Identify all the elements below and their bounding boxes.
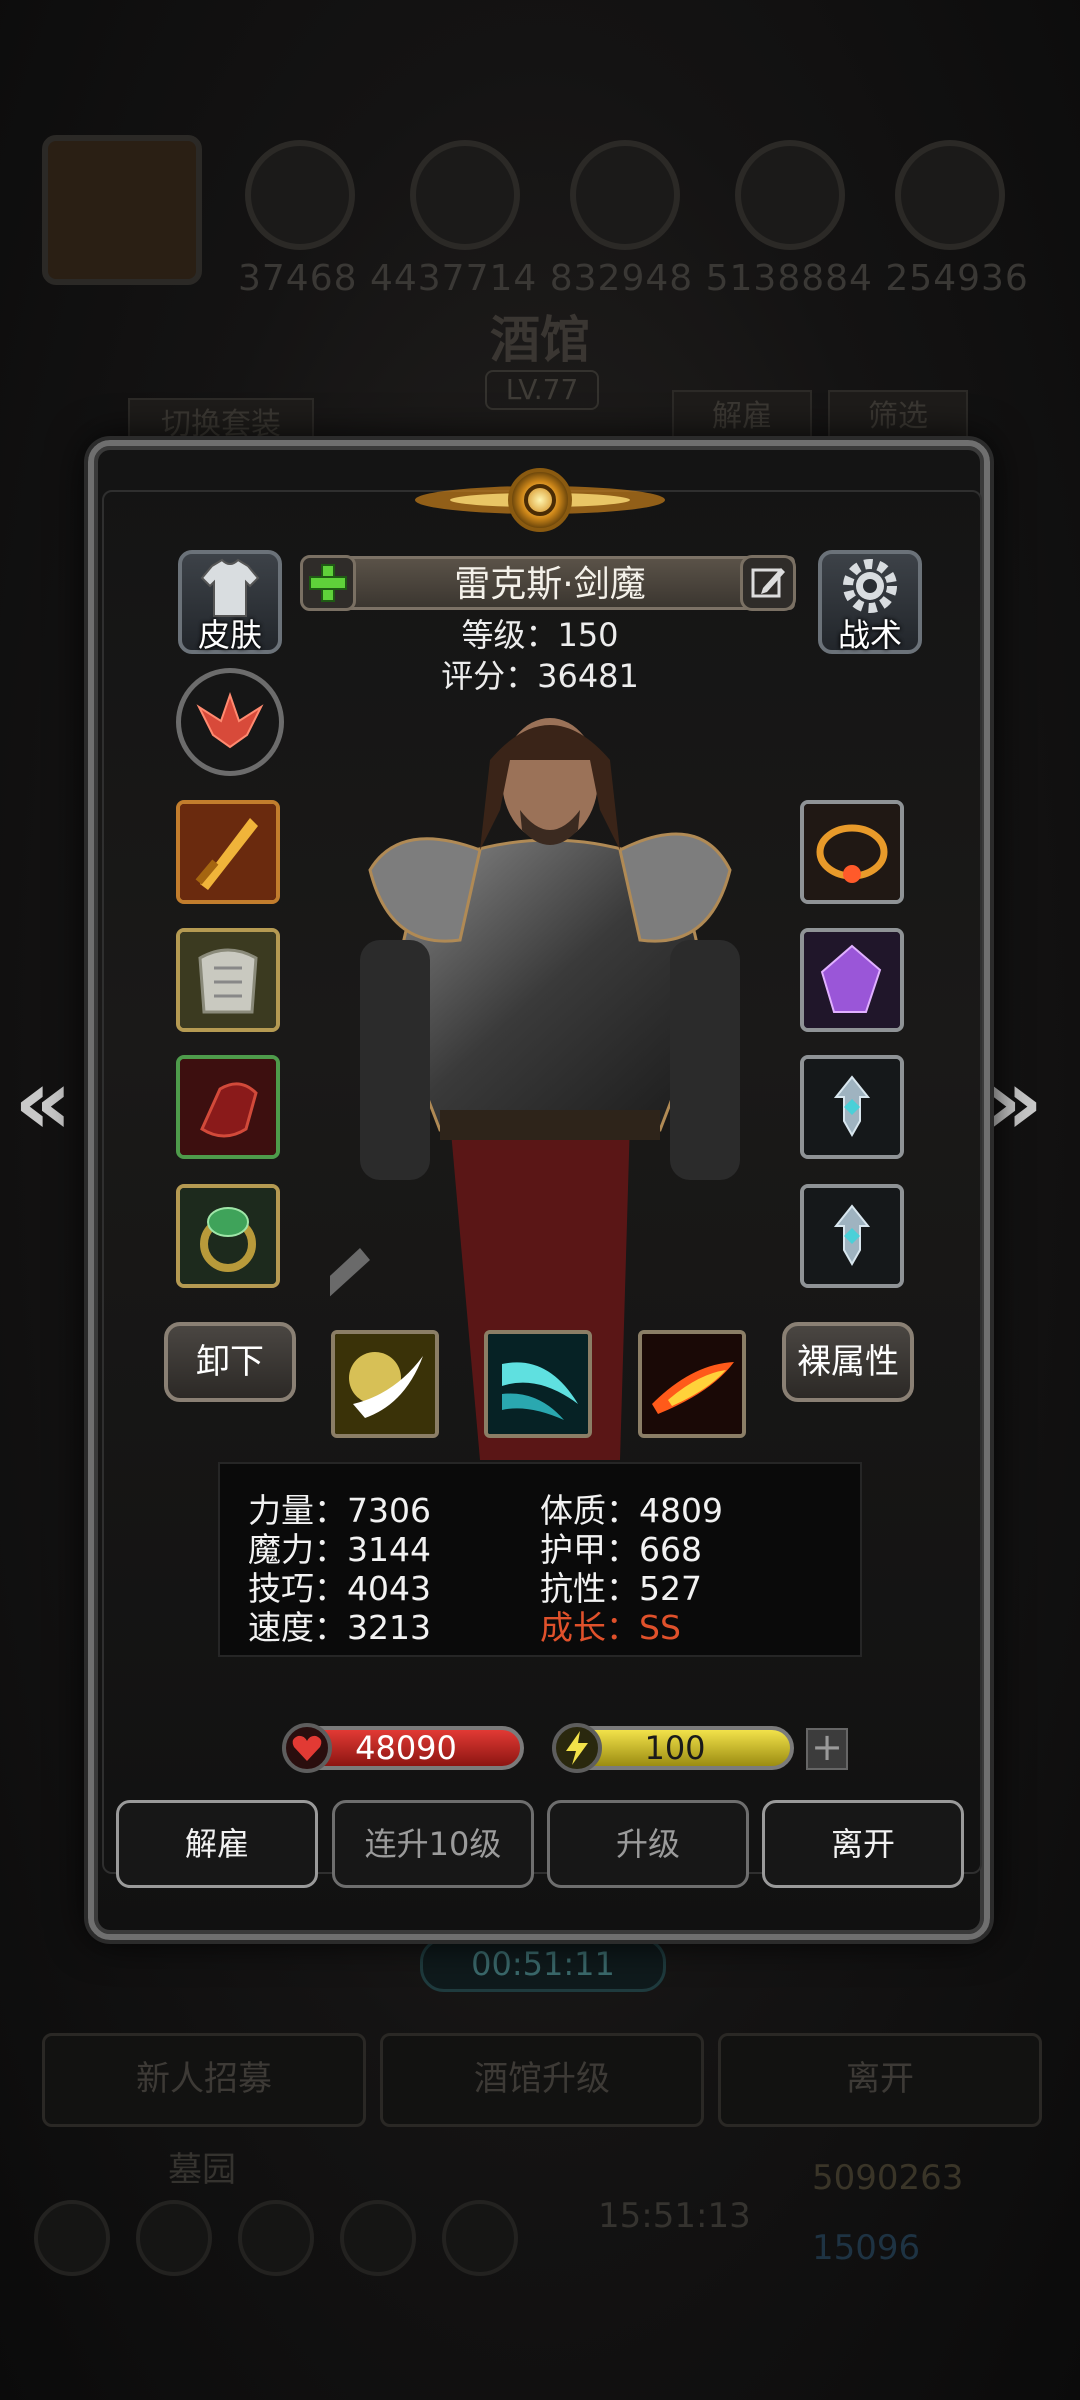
lightning-icon (552, 1723, 602, 1773)
resource-icon (570, 140, 680, 250)
plus-icon (309, 564, 347, 602)
stat-growth: 成长：SS (540, 1608, 681, 1647)
menu-icon (34, 2200, 110, 2276)
previous-hero-arrow-icon[interactable]: « (14, 1050, 72, 1155)
necklace-icon (804, 804, 900, 900)
tab-filter: 筛选 (828, 390, 968, 444)
timer: 00:51:11 (420, 1938, 666, 1992)
resource-icon (895, 140, 1005, 250)
recruit-button: 新人招募 (42, 2033, 366, 2127)
ring-icon (180, 1188, 276, 1284)
hero-level: 等级：150 (461, 616, 619, 654)
fire-slash-icon (642, 1334, 742, 1434)
armor-icon (180, 932, 276, 1028)
dismiss-button[interactable]: 解雇 (116, 1800, 318, 1888)
emblem-icon (415, 468, 665, 532)
gem-slot[interactable] (800, 928, 904, 1032)
tavern-level: LV.77 (485, 370, 599, 410)
tab-dismiss: 解雇 (672, 390, 812, 444)
resource-values: 37468 4437714 832948 5138884 254936 (238, 258, 1029, 299)
menu-icon (238, 2200, 314, 2276)
wind-slash-icon (488, 1334, 588, 1434)
empty-slot-icon (804, 1059, 900, 1155)
tactics-button[interactable]: 战术 (818, 550, 922, 654)
base-attributes-button[interactable]: 裸属性 (782, 1322, 914, 1402)
gold-amount: 5090263 (812, 2158, 964, 2198)
empty-slot-icon (804, 1188, 900, 1284)
stat-speed: 速度：3213 (248, 1608, 431, 1647)
leave-tavern-button: 离开 (718, 2033, 1042, 2127)
armor-slot[interactable] (176, 928, 280, 1032)
skill-slot-3[interactable] (638, 1330, 746, 1438)
next-hero-arrow-icon[interactable]: » (985, 1050, 1043, 1155)
menu-icon (340, 2200, 416, 2276)
leave-button[interactable]: 离开 (762, 1800, 964, 1888)
gauntlet-slot[interactable] (176, 1055, 280, 1159)
necklace-slot[interactable] (800, 800, 904, 904)
unequip-button[interactable]: 卸下 (164, 1322, 296, 1402)
gauntlet-icon (180, 1059, 276, 1155)
hero-name: 雷克斯·剑魔 (305, 556, 795, 610)
resource-icon (245, 140, 355, 250)
tavern-title: 酒馆 (490, 310, 590, 369)
graveyard-label: 墓园 (168, 2150, 236, 2190)
resource-icon (735, 140, 845, 250)
weapon-slot[interactable] (176, 800, 280, 904)
lightning-slash-icon (335, 1334, 435, 1434)
level-up-10-button[interactable]: 连升10级 (332, 1800, 534, 1888)
sword-icon (180, 804, 276, 900)
rename-button[interactable] (740, 555, 796, 611)
gem-icon (804, 932, 900, 1028)
crest-button[interactable] (176, 668, 284, 776)
hero-score: 评分：36481 (441, 657, 639, 695)
add-button[interactable] (300, 555, 356, 611)
tactics-label: 战术 (837, 616, 902, 654)
skin-label: 皮肤 (197, 616, 262, 654)
add-energy-button[interactable]: + (806, 1728, 848, 1770)
empty-slot-1[interactable] (800, 1055, 904, 1159)
empty-slot-2[interactable] (800, 1184, 904, 1288)
skin-button[interactable]: 皮肤 (178, 550, 282, 654)
resource-icon (410, 140, 520, 250)
clock: 15:51:13 (598, 2196, 751, 2236)
heart-icon (282, 1723, 332, 1773)
tavern-upgrade-button: 酒馆升级 (380, 2033, 704, 2127)
edit-icon (751, 568, 785, 598)
menu-icon (442, 2200, 518, 2276)
crest-icon (196, 691, 264, 749)
ring-slot[interactable] (176, 1184, 280, 1288)
skill-slot-2[interactable] (484, 1330, 592, 1438)
upgrade-button[interactable]: 升级 (547, 1800, 749, 1888)
gem-amount: 15096 (812, 2228, 921, 2268)
hero-portrait-icon (42, 135, 202, 285)
menu-icon (136, 2200, 212, 2276)
skill-slot-1[interactable] (331, 1330, 439, 1438)
